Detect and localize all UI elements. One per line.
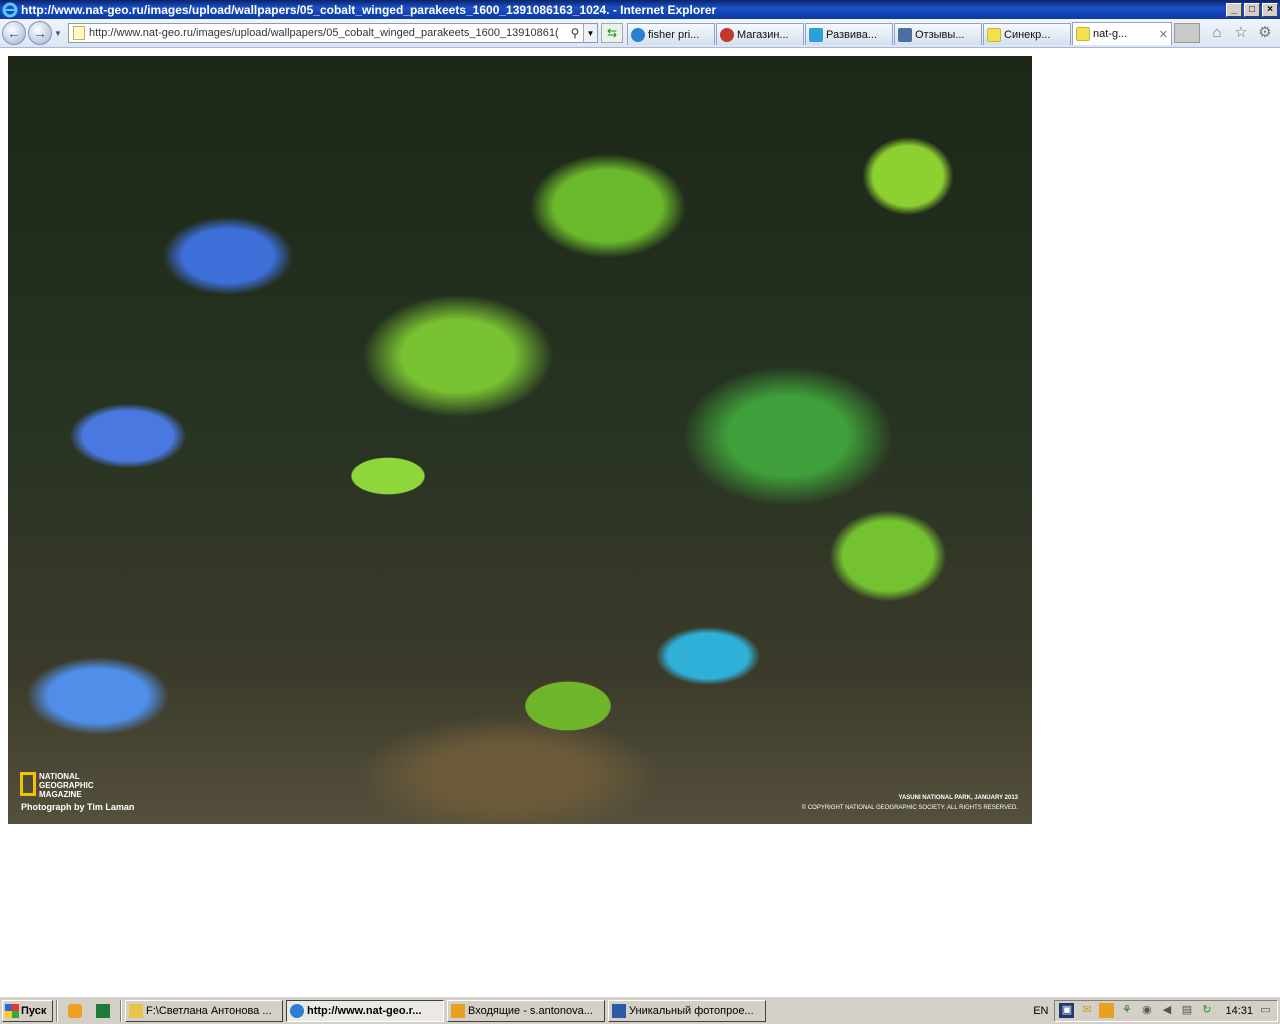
tab-0[interactable]: fisher pri... [627, 23, 715, 45]
clock[interactable]: 14:31 [1225, 1005, 1253, 1017]
history-dropdown-icon[interactable]: ▼ [52, 29, 64, 38]
network-monitor-icon[interactable]: ▣ [1059, 1003, 1075, 1018]
word-icon [612, 1003, 626, 1018]
back-arrow-icon: ← [7, 25, 21, 41]
natgeo-logo: NATIONAL GEOGRAPHIC MAGAZINE [20, 772, 94, 799]
logo-line-2: GEOGRAPHIC [39, 781, 94, 790]
forward-arrow-icon: → [33, 25, 47, 41]
taskbar-word[interactable]: Уникальный фотопрое... [608, 999, 766, 1022]
parakeets-wallpaper-image: NATIONAL GEOGRAPHIC MAGAZINE Photograph … [8, 56, 1032, 824]
page-content: NATIONAL GEOGRAPHIC MAGAZINE Photograph … [0, 48, 1280, 996]
photo-credit: Photograph by Tim Laman [21, 802, 135, 812]
tab-1[interactable]: Магазин... [716, 23, 804, 45]
close-tab-icon[interactable]: ✕ [1159, 28, 1168, 41]
ie-icon [290, 1003, 304, 1018]
shop-icon [720, 27, 734, 42]
page-icon [1076, 27, 1090, 41]
navigation-bar: ← → ▼ ⚲ ▼ ⇆ fisher pri... Магазин... Раз… [0, 19, 1280, 48]
taskbar: Пуск F:\Светлана Антонова ... http://www… [0, 996, 1280, 1024]
forward-button[interactable]: → [28, 21, 52, 45]
media-player-icon [68, 1003, 82, 1018]
review-icon [898, 27, 912, 42]
taskbar-separator [56, 999, 58, 1022]
favorites-star-icon[interactable]: ☆ [1232, 24, 1250, 42]
network-icon[interactable]: ◉ [1139, 1003, 1154, 1018]
outlook-icon [451, 1003, 465, 1018]
browser-toolbar: ⌂ ☆ ⚙ [1208, 24, 1274, 42]
ie-icon [2, 2, 18, 17]
tab-4[interactable]: Синекр... [983, 23, 1071, 45]
tab-3[interactable]: Отзывы... [894, 23, 982, 45]
compatibility-refresh-button[interactable]: ⇆ [601, 23, 623, 43]
quicklaunch-excel[interactable] [93, 1001, 113, 1021]
logo-line-1: NATIONAL [39, 772, 80, 781]
show-desktop-icon[interactable]: ▭ [1258, 1003, 1273, 1018]
minimize-button[interactable]: _ [1226, 2, 1242, 17]
taskbar-outlook[interactable]: Входящие - s.antonova... [447, 999, 605, 1022]
refresh-icon: ⇆ [606, 26, 618, 40]
tab-strip: fisher pri... Магазин... Развива... Отзы… [627, 21, 1200, 45]
quicklaunch-media-player[interactable] [65, 1001, 85, 1021]
address-bar[interactable]: ⚲ ▼ [68, 23, 598, 43]
windows-logo-icon [5, 1003, 19, 1018]
maximize-button[interactable]: □ [1244, 2, 1260, 17]
address-dropdown-icon[interactable]: ▼ [583, 24, 597, 42]
home-icon[interactable]: ⌂ [1208, 24, 1226, 42]
gear-icon[interactable]: ⚙ [1256, 24, 1274, 42]
sync-icon[interactable]: ↻ [1199, 1003, 1214, 1018]
mail-envelope-icon[interactable]: ✉ [1079, 1003, 1094, 1018]
natgeo-yellow-frame-icon [20, 772, 36, 796]
back-button[interactable]: ← [2, 21, 26, 45]
window-title: http://www.nat-geo.ru/images/upload/wall… [21, 2, 717, 17]
window-controls: _ □ × [1226, 2, 1278, 17]
title-bar: http://www.nat-geo.ru/images/upload/wall… [0, 0, 1280, 19]
tab-5[interactable]: nat-g... ✕ [1072, 22, 1172, 45]
tab-2[interactable]: Развива... [805, 23, 893, 45]
photo-copyright: © COPYRIGHT NATIONAL GEOGRAPHIC SOCIETY.… [801, 805, 1018, 811]
taskbar-internet-explorer[interactable]: http://www.nat-geo.r... [286, 999, 444, 1022]
folder-icon [129, 1003, 143, 1018]
address-input[interactable] [89, 27, 567, 39]
page-icon [73, 26, 85, 40]
page-icon [987, 27, 1001, 42]
logo-line-3: MAGAZINE [39, 790, 82, 799]
photo-location: YASUNI NATIONAL PARK, JANUARY 2013 [898, 795, 1018, 801]
outlook-tray-icon[interactable] [1099, 1003, 1115, 1018]
computer-icon[interactable]: ▤ [1179, 1003, 1194, 1018]
ie-icon [631, 27, 645, 42]
excel-icon [96, 1003, 110, 1018]
new-tab-button[interactable] [1174, 23, 1200, 43]
start-button[interactable]: Пуск [2, 999, 53, 1022]
usb-device-icon[interactable]: ⚘ [1119, 1003, 1134, 1018]
b-icon [809, 27, 823, 42]
taskbar-explorer-folder[interactable]: F:\Светлана Антонова ... [125, 999, 283, 1022]
close-button[interactable]: × [1262, 2, 1278, 17]
volume-icon[interactable]: ◀ [1159, 1003, 1174, 1018]
language-indicator[interactable]: EN [1033, 1005, 1048, 1017]
search-icon[interactable]: ⚲ [567, 26, 583, 40]
taskbar-separator [120, 999, 122, 1022]
system-tray: ▣ ✉ ⚘ ◉ ◀ ▤ ↻ 14:31 ▭ [1054, 999, 1278, 1022]
